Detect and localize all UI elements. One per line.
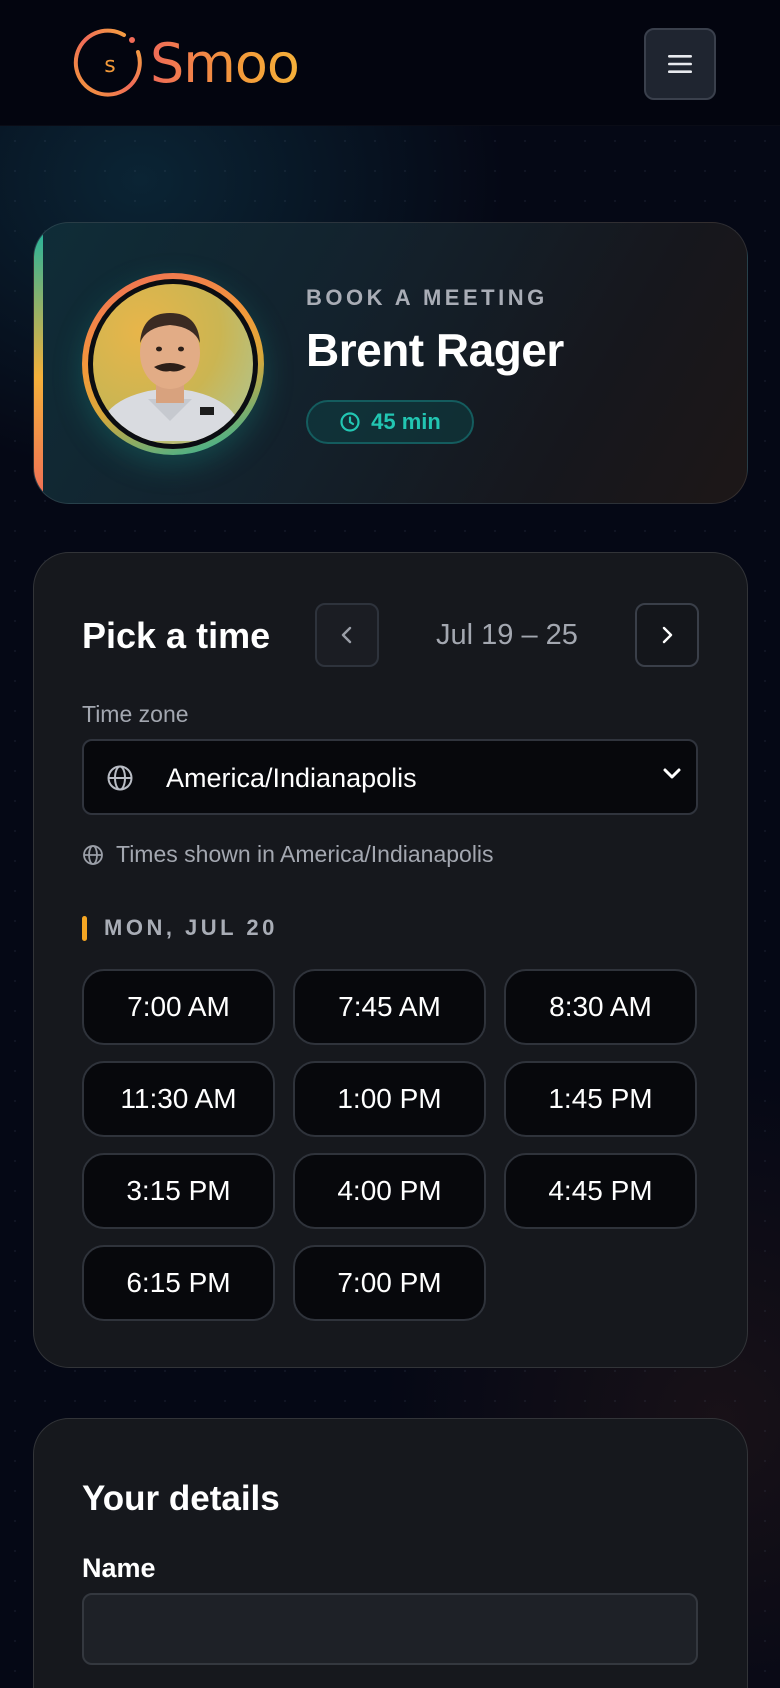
pick-time-title: Pick a time	[82, 615, 271, 656]
time-slot-button[interactable]: 7:00 PM	[293, 1245, 486, 1321]
host-name: Brent Rager	[306, 324, 564, 376]
time-slot-grid: 7:00 AM 7:45 AM 8:30 AM 11:30 AM 1:00 PM…	[82, 969, 698, 1321]
time-slot-button[interactable]: 1:00 PM	[293, 1061, 486, 1137]
timezone-label: Time zone	[82, 701, 189, 727]
time-slot-button[interactable]: 4:45 PM	[504, 1153, 697, 1229]
timezone-select[interactable]: America/Indianapolis	[82, 739, 698, 815]
host-avatar	[93, 284, 253, 444]
day-header: MON, JUL 20	[82, 915, 278, 941]
top-navigation-bar: s Smoo	[0, 0, 780, 126]
host-avatar-ring	[82, 273, 264, 455]
timezone-note: Times shown in America/Indianapolis	[82, 841, 494, 868]
time-slot-button[interactable]: 11:30 AM	[82, 1061, 275, 1137]
chevron-left-icon	[341, 626, 352, 644]
logo-letter: s	[104, 53, 115, 78]
duration-text: 45 min	[371, 409, 441, 434]
time-picker-card: Pick a time Jul 19 – 25 Time zone Americ…	[33, 552, 748, 1368]
chevron-down-icon	[663, 768, 681, 779]
time-slot-button[interactable]: 4:00 PM	[293, 1153, 486, 1229]
brand-name: Smoo	[150, 32, 300, 95]
timezone-value: America/Indianapolis	[166, 763, 417, 793]
time-slot-button[interactable]: 7:45 AM	[293, 969, 486, 1045]
hamburger-menu-icon	[668, 55, 692, 73]
previous-week-button[interactable]	[315, 603, 379, 667]
time-slot-button[interactable]: 6:15 PM	[82, 1245, 275, 1321]
clock-icon	[340, 412, 360, 432]
time-slot-button[interactable]: 7:00 AM	[82, 969, 275, 1045]
timezone-note-text: Times shown in America/Indianapolis	[116, 841, 494, 867]
menu-button[interactable]	[644, 28, 716, 100]
time-slot-button[interactable]: 1:45 PM	[504, 1061, 697, 1137]
next-week-button[interactable]	[635, 603, 699, 667]
name-label: Name	[82, 1553, 156, 1583]
time-slot-button[interactable]: 3:15 PM	[82, 1153, 275, 1229]
day-label: MON, JUL 20	[104, 915, 278, 940]
globe-icon	[83, 844, 103, 865]
duration-badge: 45 min	[306, 400, 474, 444]
name-input[interactable]	[82, 1593, 698, 1665]
day-accent-bar	[82, 915, 87, 941]
time-slot-button[interactable]: 8:30 AM	[504, 969, 697, 1045]
brand-logo[interactable]: s Smoo	[72, 24, 300, 104]
chevron-right-icon	[662, 626, 673, 644]
host-eyebrow: BOOK A MEETING	[306, 285, 548, 310]
details-title: Your details	[82, 1479, 280, 1518]
logo-mark-icon: s	[72, 26, 148, 102]
globe-icon	[107, 765, 133, 791]
host-card: BOOK A MEETING Brent Rager 45 min	[33, 222, 748, 504]
host-card-accent-bar	[34, 223, 43, 503]
details-card: Your details Name	[33, 1418, 748, 1688]
week-range: Jul 19 – 25	[436, 619, 578, 651]
